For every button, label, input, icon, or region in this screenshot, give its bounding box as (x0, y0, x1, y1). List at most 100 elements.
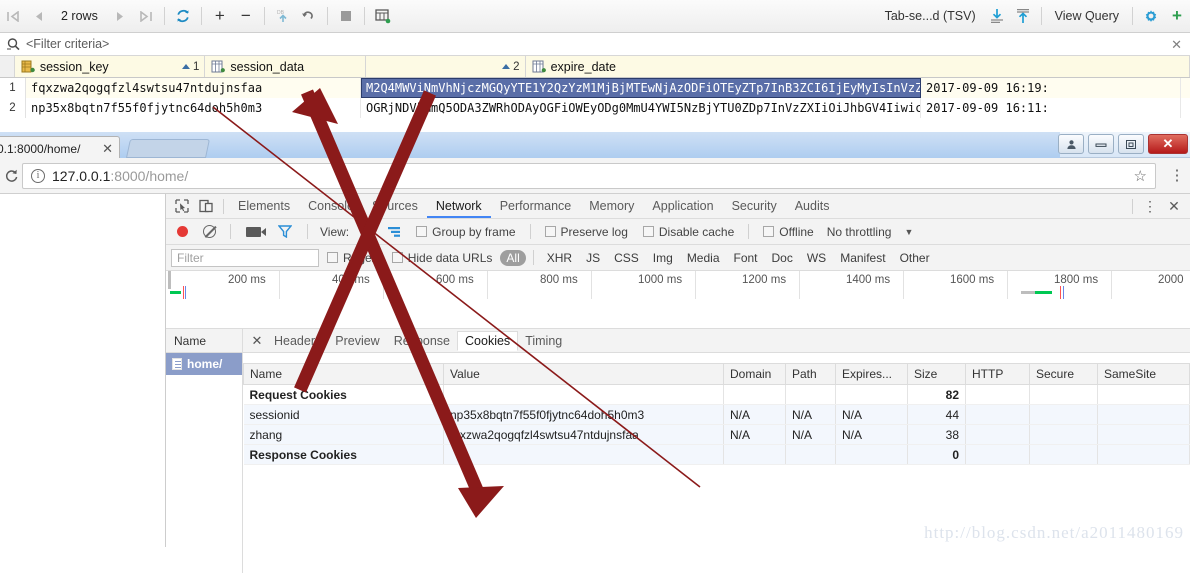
detail-tab-headers[interactable]: Headers (267, 331, 328, 351)
tab-console[interactable]: Console (299, 194, 363, 218)
throttling-select[interactable]: No throttling (823, 225, 896, 239)
maximize-button[interactable] (1118, 134, 1144, 154)
close-icon[interactable]: ✕ (1162, 198, 1186, 215)
plus-icon[interactable]: + (1164, 3, 1190, 29)
remove-row-button[interactable]: − (233, 3, 259, 29)
resource-type-all[interactable]: All (500, 249, 526, 266)
disable-cache-checkbox[interactable]: Disable cache (637, 225, 740, 239)
list-view-icon[interactable] (356, 219, 380, 244)
close-icon[interactable]: ✕ (98, 141, 113, 157)
regex-checkbox[interactable]: Regex (321, 251, 384, 265)
record-icon[interactable] (177, 226, 188, 237)
tab-performance[interactable]: Performance (491, 194, 581, 218)
col-secure[interactable]: Secure (1029, 363, 1098, 385)
table-row[interactable]: sessionid np35x8bqtn7f55f0fjytnc64doh5h0… (243, 404, 1190, 425)
table-row[interactable]: 1 fqxzwa2qogqfzl4swtsu47ntdujnsfaa M2Q4M… (0, 78, 1190, 98)
tab-elements[interactable]: Elements (229, 194, 299, 218)
column-header-session-key[interactable]: session_key 1 (14, 56, 206, 77)
submit-db-icon[interactable]: DB (270, 3, 296, 29)
detail-tab-cookies[interactable]: Cookies (457, 331, 519, 351)
cell-session-data[interactable]: OGRjNDVkMmQ5ODA3ZWRhODAyOGFiOWEyODg0MmU4… (361, 98, 921, 118)
resource-type-ws[interactable]: WS (801, 250, 832, 266)
tab-memory[interactable]: Memory (580, 194, 643, 218)
hide-data-urls-checkbox[interactable]: Hide data URLs (386, 251, 499, 265)
resource-type-img[interactable]: Img (647, 250, 679, 266)
first-record-icon[interactable] (0, 3, 26, 29)
star-icon[interactable]: ☆ (1134, 167, 1147, 185)
import-data-icon[interactable] (984, 3, 1010, 29)
resource-type-doc[interactable]: Doc (766, 250, 799, 266)
revert-icon[interactable] (296, 3, 322, 29)
user-avatar-icon[interactable] (1058, 134, 1084, 154)
col-samesite[interactable]: SameSite (1097, 363, 1190, 385)
cell-session-key[interactable]: np35x8bqtn7f55f0fjytnc64doh5h0m3 (26, 98, 361, 118)
tab-application[interactable]: Application (643, 194, 722, 218)
cell-expire-date[interactable]: 2017-09-09 16:19: (921, 78, 1181, 98)
resource-type-js[interactable]: JS (580, 250, 606, 266)
browser-tab-home[interactable]: 0.1:8000/home/ ✕ (0, 136, 120, 160)
offline-checkbox[interactable]: Offline (757, 225, 819, 239)
col-path[interactable]: Path (785, 363, 836, 385)
table-row[interactable]: Request Cookies 82 (243, 384, 1190, 405)
network-timeline-overview[interactable]: 200 ms 400 ms 600 ms 800 ms 1000 ms 1200… (166, 271, 1190, 329)
close-icon[interactable]: ✕ (247, 333, 267, 349)
kebab-menu-icon[interactable]: ⋮ (1164, 168, 1190, 183)
column-header-session-data-sort[interactable]: 2 (365, 56, 526, 77)
stop-icon[interactable] (333, 3, 359, 29)
inspect-element-icon[interactable] (170, 194, 194, 218)
resource-type-xhr[interactable]: XHR (541, 250, 578, 266)
cell-expire-date[interactable]: 2017-09-09 16:11: (921, 98, 1181, 118)
detail-tab-response[interactable]: Response (387, 331, 457, 351)
refresh-icon[interactable] (170, 3, 196, 29)
waterfall-view-icon[interactable] (383, 219, 407, 244)
device-toolbar-icon[interactable] (194, 194, 218, 218)
col-http[interactable]: HTTP (965, 363, 1030, 385)
chevron-down-icon[interactable]: ▼ (898, 227, 919, 237)
table-row[interactable]: 2 np35x8bqtn7f55f0fjytnc64doh5h0m3 OGRjN… (0, 98, 1190, 118)
resource-type-css[interactable]: CSS (608, 250, 645, 266)
last-record-icon[interactable] (133, 3, 159, 29)
tab-audits[interactable]: Audits (786, 194, 839, 218)
resource-type-font[interactable]: Font (728, 250, 764, 266)
column-header-session-data[interactable]: session_data (205, 56, 366, 77)
table-row[interactable]: zhang fqxzwa2qogqfzl4swtsu47ntdujnsfaa N… (243, 424, 1190, 445)
prev-record-icon[interactable] (26, 3, 52, 29)
next-record-icon[interactable] (107, 3, 133, 29)
export-data-icon[interactable] (1010, 3, 1036, 29)
add-row-button[interactable]: + (207, 3, 233, 29)
col-value[interactable]: Value (443, 363, 724, 385)
db-filter-bar[interactable]: <Filter criteria> ✕ (0, 33, 1190, 56)
camera-icon[interactable] (246, 226, 266, 237)
col-name[interactable]: Name (243, 363, 444, 385)
resource-type-other[interactable]: Other (894, 250, 936, 266)
transpose-icon[interactable] (370, 3, 396, 29)
new-tab-icon[interactable] (125, 139, 211, 158)
resource-type-manifest[interactable]: Manifest (834, 250, 891, 266)
close-icon[interactable]: ✕ (1171, 37, 1182, 53)
cell-session-key[interactable]: fqxzwa2qogqfzl4swtsu47ntdujnsfaa (26, 78, 361, 98)
export-format-label[interactable]: Tab-se...d (TSV) (877, 9, 984, 23)
tab-network[interactable]: Network (427, 194, 491, 218)
resource-type-media[interactable]: Media (681, 250, 726, 266)
detail-tab-timing[interactable]: Timing (518, 331, 569, 351)
col-domain[interactable]: Domain (723, 363, 786, 385)
cell-session-data[interactable]: M2Q4MWViNmVhNjczMGQyYTE1Y2QzYzM1MjBjMTEw… (361, 78, 921, 98)
detail-tab-preview[interactable]: Preview (328, 331, 386, 351)
filter-input[interactable]: Filter (171, 248, 319, 267)
group-by-frame-checkbox[interactable]: Group by frame (410, 225, 521, 239)
col-expires[interactable]: Expires... (835, 363, 908, 385)
table-row[interactable]: Response Cookies 0 (243, 444, 1190, 465)
tab-security[interactable]: Security (723, 194, 786, 218)
close-button[interactable]: ✕ (1148, 134, 1188, 154)
reload-icon[interactable] (0, 168, 22, 183)
list-item[interactable]: home/ (166, 353, 242, 375)
col-size[interactable]: Size (907, 363, 966, 385)
column-header-expire-date[interactable]: expire_date (525, 56, 1190, 77)
tab-sources[interactable]: Sources (363, 194, 427, 218)
clear-icon[interactable] (203, 225, 216, 238)
info-icon[interactable]: i (31, 168, 45, 183)
gear-icon[interactable] (1138, 3, 1164, 29)
minimize-button[interactable] (1088, 134, 1114, 154)
view-query-button[interactable]: View Query (1047, 9, 1127, 23)
funnel-icon[interactable] (278, 225, 292, 238)
